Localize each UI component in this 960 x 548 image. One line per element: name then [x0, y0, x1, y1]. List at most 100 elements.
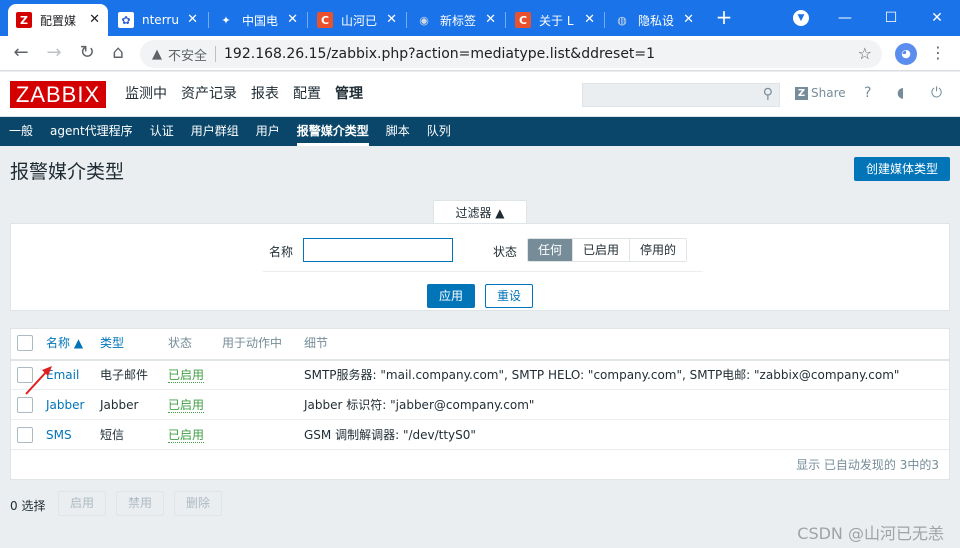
tab-separator — [307, 12, 308, 28]
browser-toolbar: ← → ↻ ⌂ ▲ 不安全 192.168.26.15/zabbix.php?a… — [0, 36, 960, 71]
address-bar[interactable]: ▲ 不安全 192.168.26.15/zabbix.php?action=me… — [140, 40, 882, 68]
new-tab-button[interactable]: + — [712, 6, 736, 30]
tab-separator — [505, 12, 506, 28]
column-header-status: 状态 — [168, 336, 193, 350]
url-text[interactable]: 192.168.26.15/zabbix.php?action=mediatyp… — [224, 46, 655, 62]
warning-icon[interactable]: ▲ — [152, 47, 162, 62]
zabbix-logo[interactable]: ZABBIX — [10, 81, 106, 108]
zabbix-favicon-icon: Z — [16, 12, 32, 28]
subnav-item-proxies[interactable]: agent代理程序 — [41, 117, 141, 146]
nav-item-inventory[interactable]: 资产记录 — [174, 72, 244, 117]
close-tab-icon[interactable]: ✕ — [287, 13, 298, 27]
insecure-label[interactable]: 不安全 — [168, 45, 207, 64]
status-option-disabled[interactable]: 停用的 — [629, 239, 687, 261]
status-toggle[interactable]: 已启用 — [168, 398, 205, 413]
close-tab-icon[interactable]: ✕ — [584, 13, 595, 27]
browser-tab-bar: Z 配置媒 ✕ ✿ nterru ✕ ✦ 中国电 ✕ C 山河已 ✕ ◉ 新标签… — [0, 0, 960, 36]
close-tab-icon[interactable]: ✕ — [683, 13, 694, 27]
telecom-favicon-icon: ✦ — [221, 13, 231, 27]
page-title: 报警媒介类型 — [10, 161, 125, 183]
tab-separator — [406, 12, 407, 28]
column-header-type[interactable]: 类型 — [100, 329, 124, 359]
filter-panel: 名称 状态 任何 已启用 停用的 应用 重设 — [10, 223, 950, 311]
back-icon[interactable]: ← — [9, 42, 33, 66]
table-row: Email 电子邮件 已启用 SMTP服务器: "mail.company.co… — [11, 360, 949, 390]
browser-tab[interactable]: ✦ 中国电 ✕ — [210, 4, 306, 36]
global-search-input[interactable]: ⚲ — [582, 83, 780, 107]
table-row: Jabber Jabber 已启用 Jabber 标识符: "jabber@co… — [11, 390, 949, 420]
bookmark-star-icon[interactable]: ☆ — [858, 44, 872, 63]
filter-name-label: 名称 — [269, 245, 294, 259]
url-divider — [215, 46, 217, 62]
signout-icon[interactable]: ⏻ — [931, 85, 942, 101]
csdn-favicon-icon: C — [515, 12, 531, 28]
filter-status-radio: 任何 已启用 停用的 — [527, 238, 688, 262]
subnav-item-authentication[interactable]: 认证 — [141, 117, 182, 146]
profile-avatar-icon[interactable]: ◕ — [895, 43, 917, 65]
column-header-details: 细节 — [304, 336, 329, 350]
tab-separator — [208, 12, 209, 28]
media-type-cell: Jabber — [100, 398, 139, 412]
media-name-link[interactable]: SMS — [46, 420, 72, 450]
nav-item-monitoring[interactable]: 监测中 — [118, 72, 174, 117]
privacy-favicon-icon: ◍ — [617, 13, 627, 27]
details-cell: GSM 调制解调器: "/dev/ttyS0" — [304, 428, 476, 442]
enable-button[interactable]: 启用 — [58, 491, 106, 516]
close-tab-icon[interactable]: ✕ — [187, 13, 198, 27]
maximize-icon[interactable]: ☐ — [868, 0, 914, 36]
row-checkbox[interactable] — [17, 427, 33, 443]
status-toggle[interactable]: 已启用 — [168, 428, 205, 443]
share-link[interactable]: Z Share — [795, 86, 846, 100]
status-option-any[interactable]: 任何 — [528, 239, 573, 261]
nav-item-configuration[interactable]: 配置 — [286, 72, 328, 117]
browser-tab[interactable]: C 山河已 ✕ — [309, 4, 405, 36]
nav-item-reports[interactable]: 报表 — [244, 72, 286, 117]
status-option-enabled[interactable]: 已启用 — [572, 239, 630, 261]
browser-tab[interactable]: ✿ nterru ✕ — [110, 4, 206, 36]
close-window-icon[interactable]: ✕ — [914, 0, 960, 36]
subnav-item-user-groups[interactable]: 用户群组 — [182, 117, 247, 146]
create-media-type-button[interactable]: 创建媒体类型 — [854, 157, 950, 181]
row-checkbox[interactable] — [17, 397, 33, 413]
sub-nav: 一般 agent代理程序 认证 用户群组 用户 报警媒介类型 脚本 队列 — [0, 117, 960, 146]
new-tab-favicon-icon: ◉ — [419, 13, 429, 27]
reset-button[interactable]: 重设 — [485, 284, 533, 308]
share-label: Share — [811, 86, 846, 100]
subnav-item-scripts[interactable]: 脚本 — [377, 117, 418, 146]
select-all-checkbox[interactable] — [17, 335, 33, 351]
search-icon[interactable]: ⚲ — [763, 86, 773, 102]
subnav-item-queue[interactable]: 队列 — [418, 117, 459, 146]
browser-tab[interactable]: C 关于 L ✕ — [507, 4, 603, 36]
delete-button[interactable]: 删除 — [174, 491, 222, 516]
filter-tab[interactable]: 过滤器 ▲ — [433, 200, 527, 224]
filter-name-input[interactable] — [303, 238, 453, 262]
subnav-item-general[interactable]: 一般 — [0, 117, 41, 146]
forward-icon[interactable]: → — [42, 42, 66, 66]
home-icon[interactable]: ⌂ — [106, 42, 130, 66]
column-header-name[interactable]: 名称 ▲ — [46, 329, 83, 359]
tab-search-icon[interactable]: ▼ — [778, 0, 824, 36]
zabbix-header: ZABBIX 监测中 资产记录 报表 配置 管理 ⚲ Z Share ? ◖ ⏻ — [0, 72, 960, 117]
main-nav: 监测中 资产记录 报表 配置 管理 — [118, 72, 370, 117]
apply-button[interactable]: 应用 — [427, 284, 475, 308]
minimize-icon[interactable]: — — [822, 0, 868, 36]
reload-icon[interactable]: ↻ — [75, 42, 99, 66]
column-header-used-in-actions: 用于动作中 — [222, 336, 283, 350]
watermark: CSDN @山河已无恙 — [797, 524, 944, 543]
status-toggle[interactable]: 已启用 — [168, 368, 205, 383]
disable-button[interactable]: 禁用 — [116, 491, 164, 516]
browser-menu-icon[interactable]: ⋮ — [930, 43, 946, 62]
filter-divider — [263, 271, 703, 272]
close-tab-icon[interactable]: ✕ — [89, 13, 100, 27]
subnav-item-media-types[interactable]: 报警媒介类型 — [288, 117, 377, 146]
browser-tab[interactable]: Z 配置媒 ✕ — [8, 4, 108, 36]
close-tab-icon[interactable]: ✕ — [485, 13, 496, 27]
details-cell: SMTP服务器: "mail.company.com", SMTP HELO: … — [304, 368, 900, 382]
nav-item-administration[interactable]: 管理 — [328, 72, 370, 117]
browser-tab[interactable]: ◍ 隐私设 ✕ — [606, 4, 702, 36]
help-icon[interactable]: ? — [864, 85, 871, 101]
subnav-item-users[interactable]: 用户 — [247, 117, 288, 146]
browser-tab[interactable]: ◉ 新标签 ✕ — [408, 4, 504, 36]
support-icon[interactable]: ◖ — [897, 85, 904, 101]
close-tab-icon[interactable]: ✕ — [386, 13, 397, 27]
